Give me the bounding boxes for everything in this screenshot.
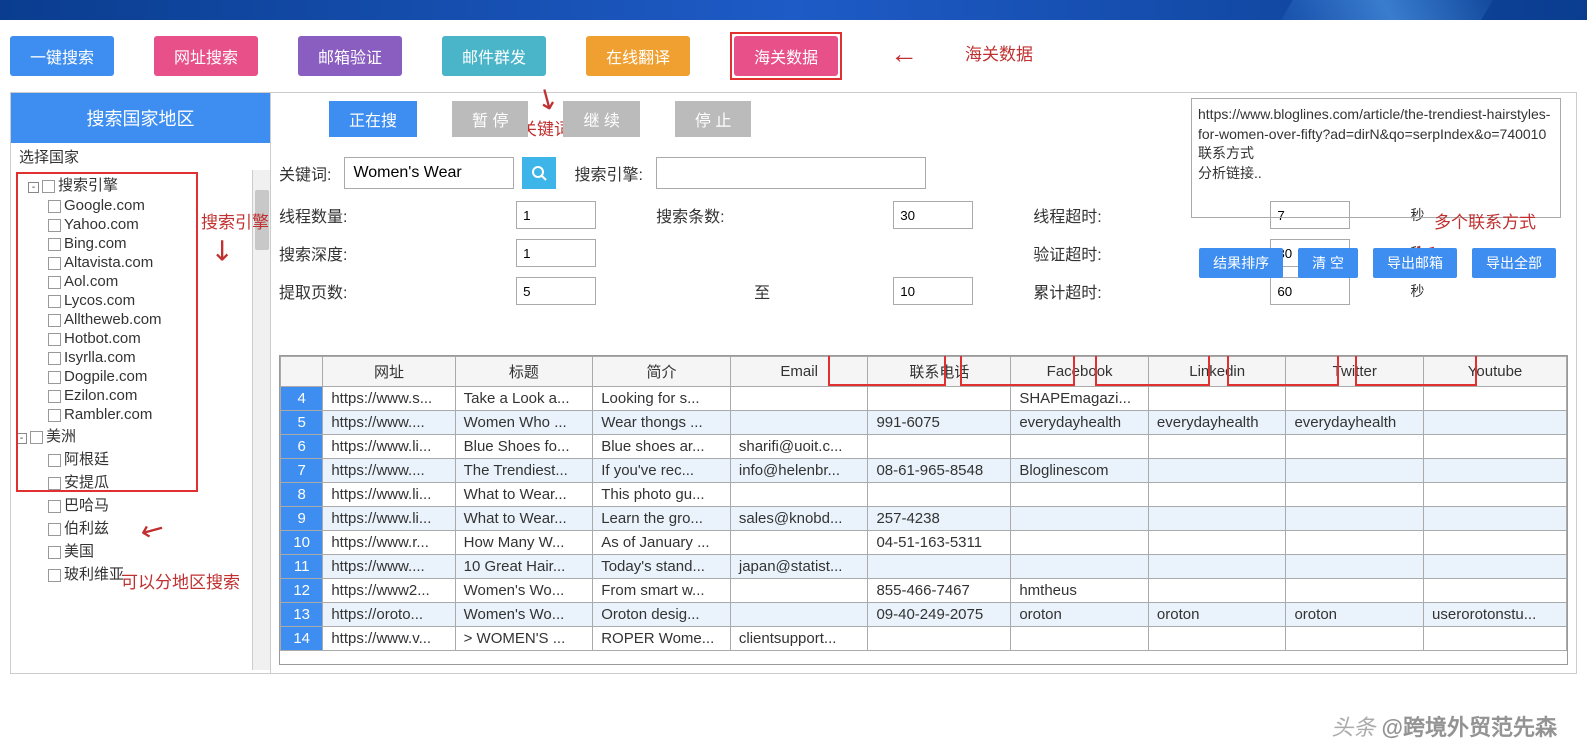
tree-engine-item[interactable]: Isyrlla.com <box>16 348 265 367</box>
col-youtube[interactable]: Youtube <box>1424 357 1567 387</box>
col-email[interactable]: Email <box>730 357 868 387</box>
annotation-contact: 多个联系方式 <box>1434 208 1536 233</box>
pages-label: 提取页数: <box>279 279 491 303</box>
col-twitter[interactable]: Twitter <box>1286 357 1424 387</box>
sort-button[interactable]: 结果排序 <box>1199 248 1283 278</box>
tree-engine-item[interactable]: Rambler.com <box>16 405 265 424</box>
tree-region-item[interactable]: 阿根廷 <box>16 447 265 470</box>
col-phone[interactable]: 联系电话 <box>868 357 1011 387</box>
tree-engine-item[interactable]: Dogpile.com <box>16 367 265 386</box>
nav-row: 一键搜索 网址搜索 邮箱验证 邮件群发 在线翻译 海关数据 ← 海关数据 <box>0 20 1587 92</box>
table-row[interactable]: 13https://oroto...Women's Wo...Oroton de… <box>281 603 1567 627</box>
table-row[interactable]: 6https://www.li...Blue Shoes fo...Blue s… <box>281 435 1567 459</box>
count-input[interactable] <box>893 201 973 229</box>
col-title[interactable]: 标题 <box>455 357 593 387</box>
threads-label: 线程数量: <box>279 203 491 227</box>
content-area: 搜索引擎 ↘ ↙ 可以分地区搜索 ↗ 正在搜 暂 停 继 续 停 止 关键词: … <box>271 93 1576 673</box>
top-banner <box>0 0 1587 20</box>
arrow-icon: ← <box>890 38 918 70</box>
table-row[interactable]: 4https://www.s...Take a Look a...Looking… <box>281 387 1567 411</box>
one-click-search-button[interactable]: 一键搜索 <box>10 36 114 76</box>
sidebar-title: 搜索国家地区 <box>11 93 270 143</box>
tree-region-node[interactable]: -美洲 <box>16 424 265 447</box>
tree-engine-item[interactable]: Alltheweb.com <box>16 310 265 329</box>
email-verify-button[interactable]: 邮箱验证 <box>298 36 402 76</box>
total-timeout-label: 累计超时: <box>1033 279 1245 303</box>
annotation-region: 可以分地区搜索 <box>121 568 240 593</box>
main-container: 搜索国家地区 选择国家 -搜索引擎 Google.com Yahoo.com B… <box>10 92 1577 674</box>
select-country-label: 选择国家 <box>11 143 270 170</box>
table-row[interactable]: 12https://www2...Women's Wo...From smart… <box>281 579 1567 603</box>
tree-region-item[interactable]: 安提瓜 <box>16 470 265 493</box>
results-table[interactable]: 网址 标题 简介 Email 联系电话 Facebook Linkedin Tw… <box>280 356 1567 651</box>
table-row[interactable]: 8https://www.li...What to Wear...This ph… <box>281 483 1567 507</box>
tree-region-item[interactable]: 巴哈马 <box>16 493 265 516</box>
col-desc[interactable]: 简介 <box>593 357 731 387</box>
scrollbar[interactable] <box>252 170 270 670</box>
keyword-label: 关键词: <box>279 161 331 185</box>
sec-label: 秒 <box>1410 281 1568 301</box>
depth-input[interactable] <box>516 239 596 267</box>
table-row[interactable]: 10https://www.r...How Many W...As of Jan… <box>281 531 1567 555</box>
col-linkedin[interactable]: Linkedin <box>1148 357 1286 387</box>
clear-button[interactable]: 清 空 <box>1298 248 1358 278</box>
export-mail-button[interactable]: 导出邮箱 <box>1373 248 1457 278</box>
mass-mail-button[interactable]: 邮件群发 <box>442 36 546 76</box>
tree-engine-item[interactable]: Hotbot.com <box>16 329 265 348</box>
search-icon <box>531 165 547 181</box>
tree-engine-item[interactable]: Lycos.com <box>16 291 265 310</box>
total-timeout-input[interactable] <box>1270 277 1350 305</box>
depth-label: 搜索深度: <box>279 241 491 265</box>
annotation-customs: 海关数据 <box>965 40 1033 65</box>
to-label: 至 <box>656 279 868 303</box>
pause-button[interactable]: 暂 停 <box>452 101 528 137</box>
tree-engines-node[interactable]: -搜索引擎 <box>16 173 265 196</box>
log-box: https://www.bloglines.com/article/the-tr… <box>1191 98 1561 218</box>
collapse-icon[interactable]: - <box>16 433 27 444</box>
stop-button[interactable]: 停 止 <box>675 101 751 137</box>
collapse-icon[interactable]: - <box>28 182 39 193</box>
table-row[interactable]: 7https://www....The Trendiest...If you'v… <box>281 459 1567 483</box>
threads-input[interactable] <box>516 201 596 229</box>
table-row[interactable]: 14https://www.v...> WOMEN'S ...ROPER Wom… <box>281 627 1567 651</box>
table-header-row: 网址 标题 简介 Email 联系电话 Facebook Linkedin Tw… <box>281 357 1567 387</box>
table-row[interactable]: 9https://www.li...What to Wear...Learn t… <box>281 507 1567 531</box>
search-button[interactable] <box>522 157 556 189</box>
watermark: 头条 @跨境外贸范先森 <box>1331 710 1557 742</box>
col-facebook[interactable]: Facebook <box>1011 357 1149 387</box>
searching-button[interactable]: 正在搜 <box>329 101 417 137</box>
tree-engine-item[interactable]: Aol.com <box>16 272 265 291</box>
result-buttons: 结果排序 清 空 导出邮箱 导出全部 <box>1199 248 1556 278</box>
annotation-engine: 搜索引擎 <box>201 208 269 233</box>
engine-input[interactable] <box>656 157 926 189</box>
count-label: 搜索条数: <box>656 203 868 227</box>
col-url[interactable]: 网址 <box>323 357 455 387</box>
pages-from-input[interactable] <box>516 277 596 305</box>
url-search-button[interactable]: 网址搜索 <box>154 36 258 76</box>
tree-engine-item[interactable]: Ezilon.com <box>16 386 265 405</box>
col-blank <box>281 357 323 387</box>
keyword-input[interactable] <box>344 157 514 189</box>
table-row[interactable]: 5https://www....Women Who ...Wear thongs… <box>281 411 1567 435</box>
engine-label: 搜索引擎: <box>574 161 642 185</box>
resume-button[interactable]: 继 续 <box>563 101 639 137</box>
table-row[interactable]: 11https://www....10 Great Hair...Today's… <box>281 555 1567 579</box>
translate-button[interactable]: 在线翻译 <box>586 36 690 76</box>
tree-region-item[interactable]: 美国 <box>16 539 265 562</box>
export-all-button[interactable]: 导出全部 <box>1472 248 1556 278</box>
pages-to-input[interactable] <box>893 277 973 305</box>
results-table-wrap[interactable]: 网址 标题 简介 Email 联系电话 Facebook Linkedin Tw… <box>279 355 1568 665</box>
customs-data-button[interactable]: 海关数据 <box>734 36 838 76</box>
